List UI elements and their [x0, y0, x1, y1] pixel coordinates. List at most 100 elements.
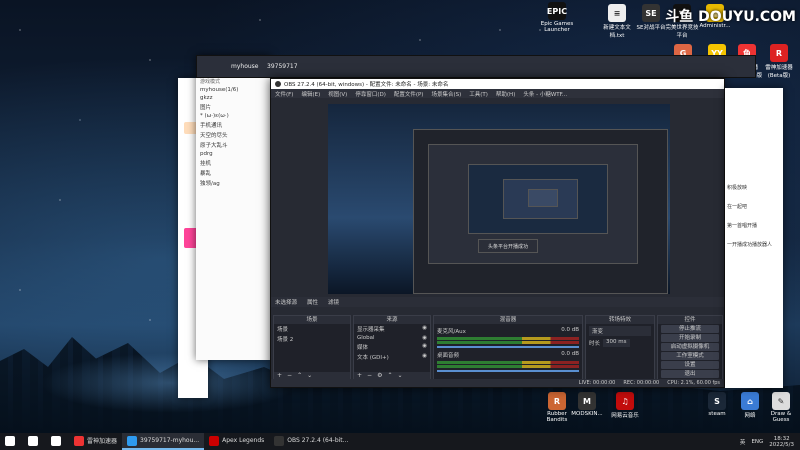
mixer-channel-header: 桌面音频 0.0 dB [434, 350, 582, 360]
taskbar-item[interactable]: 39759717-myhou... [122, 433, 205, 450]
control-button[interactable]: 设置 [661, 361, 719, 369]
list-item[interactable]: * (ω·)ε(ω·) [196, 112, 271, 120]
taskbar-item[interactable] [23, 433, 46, 450]
scene-item[interactable]: 场景 [274, 324, 350, 334]
taskbar-item[interactable] [0, 433, 23, 450]
desktop-icon[interactable]: ≡ 新建文本文档.txt [600, 4, 634, 39]
clock[interactable]: 18:32 2022/5/3 [769, 436, 794, 448]
desktop-icon[interactable]: ♫ 网易云音乐 [608, 392, 642, 419]
eye-icon[interactable]: ◉ [422, 353, 427, 361]
obs-top-strip: myhouse 39759717 [196, 55, 756, 78]
desktop-icon[interactable]: SE SE对战平台 [634, 4, 668, 31]
list-item[interactable]: pdrg [196, 150, 271, 158]
dock-tab[interactable]: 未选择源 [275, 298, 297, 306]
chat-line: 在一起吧 [727, 204, 748, 210]
menu-item[interactable]: 场景集合(S) [431, 90, 461, 98]
list-item[interactable]: gkzz [196, 94, 271, 102]
menu-item[interactable]: 帮助(H) [496, 90, 515, 98]
app-icon: S [708, 392, 726, 410]
qq-icon [127, 435, 138, 446]
taskbar-item-label: 雷神加速器 [87, 438, 118, 445]
mixer-channel: 桌面音频 0.0 dB [434, 350, 582, 372]
list-item[interactable]: 独领/ag [196, 178, 271, 188]
mixer-channel: 麦克风/Aux 0.0 dB [434, 326, 582, 348]
eye-icon[interactable]: ◉ [422, 335, 427, 341]
source-item[interactable]: 文本 (GDI+) ◉ [354, 352, 430, 362]
desktop-icon[interactable]: Ssteam [700, 392, 734, 417]
control-button[interactable]: 启动虚拟摄像机 [661, 343, 719, 351]
obs-dock-tabs: 未选择源 属性 滤镜 [271, 297, 724, 307]
status-text: REC: 00:00:00 [623, 380, 660, 386]
menu-item[interactable]: 头条 - 小糖WTF... [523, 90, 567, 98]
source-item[interactable]: 媒体 ◉ [354, 342, 430, 352]
sources-list: 显示器采集 ◉ Global ◉ 媒体 ◉ 文本 (GDI+) ◉ [354, 324, 430, 362]
source-label: Global [357, 335, 375, 341]
taskbar-item[interactable]: Apex Legends [204, 433, 269, 450]
qq-window[interactable]: myhouse 游戏模式 myhouse(1/6)gkzz图片* (ω·)ε(ω… [196, 55, 271, 360]
mixer-panel: 混音器 麦克风/Aux 0.0 dB 桌面音频 0.0 dB [433, 315, 583, 381]
source-item[interactable]: 显示器采集 ◉ [354, 324, 430, 334]
taskbar-item[interactable]: OBS 27.2.4 (64-bit... [269, 433, 353, 450]
language-indicator[interactable]: ENG [751, 439, 763, 445]
desktop-icon[interactable]: R Rubber Bandits [540, 392, 574, 423]
list-item[interactable]: 图片 [196, 102, 271, 112]
inner-dialog: 头条平台开播成功 [478, 239, 538, 253]
search-icon [28, 435, 38, 446]
app-icon: R [770, 44, 788, 62]
right-chat-window[interactable]: 积极放映 在一起吧 第一首唱开播 一开播成功播放器人 [725, 88, 783, 388]
scenes-header: 场景 [274, 316, 350, 324]
desktop-icon-label: Rubber Bandits [546, 411, 568, 423]
menu-item[interactable]: 工具(T) [469, 90, 488, 98]
taskbar: 雷神加速器 39759717-myhou... Apex Legends OBS 27… [0, 433, 800, 450]
sources-header: 来源 [354, 316, 430, 324]
obs-window[interactable]: OBS 27.2.4 (64-bit, windows) - 配置文件: 未命名… [270, 78, 725, 388]
eye-icon[interactable]: ◉ [422, 325, 427, 333]
volume-slider[interactable] [437, 370, 579, 372]
control-button[interactable]: 停止推流 [661, 325, 719, 333]
control-button[interactable]: 工作室模式 [661, 352, 719, 360]
desktop-icon[interactable]: M MODSKIN... [570, 392, 604, 417]
app-icon: ♫ [616, 392, 634, 410]
douyu-watermark: 斗鱼 DOUYU.COM [665, 9, 796, 25]
task-view-icon [51, 435, 61, 446]
desktop-icon[interactable]: ⌂ 网络 [733, 392, 767, 419]
control-button[interactable]: 退出 [661, 370, 719, 378]
source-label: 媒体 [357, 345, 369, 351]
dock-tab[interactable]: 滤镜 [328, 298, 339, 306]
ime-indicator[interactable]: 英 [740, 438, 746, 446]
list-item[interactable]: 天空的尽头 [196, 130, 271, 140]
list-item[interactable]: myhouse(1/6) [196, 86, 271, 94]
list-item[interactable]: 挂机 [196, 158, 271, 168]
list-item[interactable]: 原子大乱斗 [196, 140, 271, 150]
desktop-icon[interactable]: ✎ Draw & Guess [764, 392, 798, 423]
volume-slider[interactable] [437, 346, 579, 348]
menu-item[interactable]: 视图(V) [328, 90, 347, 98]
list-item[interactable]: 暴乱 [196, 168, 271, 178]
transition-select[interactable]: 渐变 [589, 326, 651, 336]
status-text: LIVE: 00:00:00 [578, 380, 616, 386]
qq-status[interactable]: 游戏模式 [196, 77, 271, 86]
desktop-icon-label: Draw & Guess [770, 411, 792, 423]
menu-item[interactable]: 配置文件(P) [394, 90, 424, 98]
source-label: 显示器采集 [357, 327, 385, 333]
menu-item[interactable]: 编辑(E) [301, 90, 320, 98]
taskbar-item[interactable]: 雷神加速器 [69, 433, 122, 450]
desktop-icon[interactable]: R 雷神加速器(Beta版) [762, 44, 796, 79]
scene-item[interactable]: 场景 2 [274, 334, 350, 344]
eye-icon[interactable]: ◉ [422, 343, 427, 351]
status-text: CPU: 2.1%, 60.00 fps [667, 380, 720, 386]
desktop-icon[interactable]: EPIC Epic Games Launcher [540, 2, 574, 33]
duration-input[interactable]: 300 ms [603, 339, 630, 347]
taskbar-item[interactable] [46, 433, 69, 450]
app-icon: M [578, 392, 596, 410]
source-item[interactable]: Global ◉ [354, 334, 430, 342]
list-item[interactable]: 手机通讯 [196, 120, 271, 130]
volume-meter [437, 337, 579, 340]
controls-list: 停止推流 开始录制 启动虚拟摄像机 工作室模式 设置 退出 [658, 325, 722, 378]
taskbar-item-label: OBS 27.2.4 (64-bit... [287, 437, 349, 444]
menu-item[interactable]: 文件(F) [275, 90, 293, 98]
control-button[interactable]: 开始录制 [661, 334, 719, 342]
menu-item[interactable]: 停靠窗口(D) [355, 90, 386, 98]
obs-preview[interactable]: 头条平台开播成功 [328, 104, 670, 294]
dock-tab[interactable]: 属性 [307, 298, 318, 306]
